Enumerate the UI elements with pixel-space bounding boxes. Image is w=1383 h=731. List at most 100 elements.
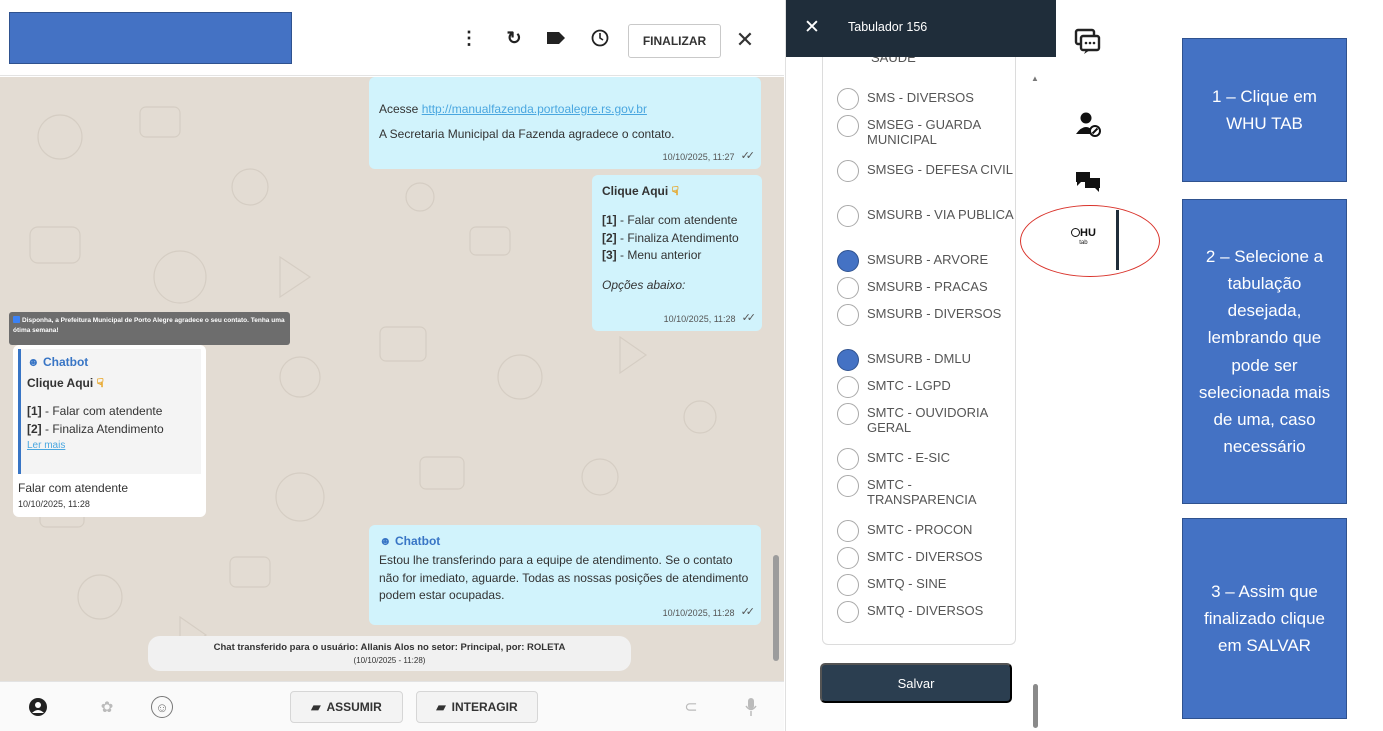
tabulacao-option[interactable]: SMSEG - GUARDA MUNICIPAL <box>837 115 1015 148</box>
chat-bubble-icon: ▰ <box>311 700 321 714</box>
radio-unselected[interactable] <box>837 277 859 299</box>
message-text: A Secretaria Municipal da Fazenda agrade… <box>379 127 675 142</box>
radio-unselected[interactable] <box>837 475 859 497</box>
refresh-icon[interactable]: ↻ <box>503 26 525 50</box>
tabulacao-option-label: SMTC - LGPD <box>867 378 951 393</box>
radio-unselected[interactable] <box>837 547 859 569</box>
radio-selected[interactable] <box>837 250 859 272</box>
tabulacao-option[interactable]: SMTC - E-SIC <box>837 448 1015 470</box>
emoji-icon[interactable]: ☺ <box>151 696 173 718</box>
quoted-message[interactable]: ☻ Chatbot Clique Aqui ☟ [1] - Falar com … <box>18 349 201 474</box>
radio-unselected[interactable] <box>837 574 859 596</box>
scrollbar-thumb[interactable] <box>1033 684 1038 728</box>
tabulacao-option-label: SMSURB - ARVORE <box>867 252 989 267</box>
outgoing-message: Acesse http://manualfazenda.portoalegre.… <box>369 77 761 169</box>
message-timestamp: 10/10/2025, 11:28 ✓✓ <box>663 311 757 327</box>
timestamp-text: 10/10/2025, 11:28 <box>663 313 736 324</box>
tabulacao-option-label: SMSURB - DIVERSOS <box>867 306 1002 321</box>
tabulacao-option-label: SMSURB - VIA PUBLICA <box>867 207 1014 222</box>
tabulacao-option[interactable]: SMSURB - DMLU <box>837 349 1015 371</box>
tabulacao-option[interactable]: SMTC - OUVIDORIA GERAL <box>837 403 1015 436</box>
message-timestamp: 10/10/2025, 11:28 <box>18 499 90 510</box>
manual-fazenda-link[interactable]: http://manualfazenda.portoalegre.rs.gov.… <box>422 102 647 116</box>
radio-unselected[interactable] <box>837 448 859 470</box>
assumir-button[interactable]: ▰ ASSUMIR <box>290 691 403 723</box>
bot-icon: ☻ <box>27 355 40 369</box>
microphone-icon[interactable] <box>740 696 762 718</box>
chat-window-icon[interactable] <box>1072 26 1104 58</box>
tabulacao-option[interactable]: SMTC - LGPD <box>837 376 1015 398</box>
tabulacao-options-list[interactable]: SAUDE SMS - DIVERSOS SMSEG - GUARDA MUNIC… <box>822 57 1016 645</box>
pointing-hand-icon: ☟ <box>671 184 679 198</box>
tabulacao-option[interactable]: SMTC - TRANSPARENCIA <box>837 475 1015 508</box>
read-receipt-icon: ✓✓ <box>740 606 756 619</box>
read-receipt-icon: ✓✓ <box>741 312 757 325</box>
radio-unselected[interactable] <box>837 115 859 137</box>
radio-unselected[interactable] <box>837 205 859 227</box>
interagir-button[interactable]: ▰ INTERAGIR <box>416 691 538 723</box>
radio-unselected[interactable] <box>837 601 859 623</box>
radio-unselected[interactable] <box>837 520 859 542</box>
notice-text: Disponha, a Prefeitura Municipal de Port… <box>13 317 285 334</box>
tabulacao-option[interactable]: SMSURB - DIVERSOS <box>837 304 1015 326</box>
salvar-button[interactable]: Salvar <box>820 663 1012 703</box>
read-receipt-icon: ✓✓ <box>740 150 756 163</box>
tabulacao-option-label: SMTC - DIVERSOS <box>867 549 983 564</box>
menu-title: Clique Aqui ☟ <box>602 184 679 198</box>
bot-icon: ☻ <box>379 534 392 548</box>
tabulador-title: Tabulador 156 <box>848 20 928 34</box>
close-chat-icon[interactable]: ✕ <box>733 26 757 54</box>
closing-notice: Disponha, a Prefeitura Municipal de Port… <box>9 312 290 345</box>
radio-unselected[interactable] <box>837 304 859 326</box>
conversations-icon[interactable] <box>1072 165 1104 197</box>
redacted-contact-box <box>9 12 292 64</box>
chat-footer: ✿ ☺ ▰ ASSUMIR ▰ INTERAGIR ⊂ <box>0 681 784 731</box>
radio-unselected[interactable] <box>837 376 859 398</box>
chat-panel: ⋮ ↻ FINALIZAR ✕ Acesse http://manualfaze… <box>0 0 784 731</box>
message-timestamp: 10/10/2025, 11:27 ✓✓ <box>663 149 756 165</box>
tabulacao-option[interactable]: SMTQ - SINE <box>837 574 1015 596</box>
pointing-hand-icon: ☟ <box>96 376 104 390</box>
menu-option: [1] - Falar com atendente <box>602 213 738 228</box>
scrollbar-thumb[interactable] <box>773 555 779 661</box>
message-text: Estou lhe transferindo para a equipe de … <box>379 553 749 603</box>
tabulacao-option[interactable]: SMTC - PROCON <box>837 520 1015 542</box>
timer-icon[interactable] <box>589 26 611 50</box>
tabulacao-option[interactable]: SMS - DIVERSOS <box>837 88 1015 110</box>
tabulacao-option-label: SMSEG - GUARDA MUNICIPAL <box>867 117 981 147</box>
tabulacao-option-label: SMSEG - DEFESA CIVIL <box>867 162 1013 177</box>
chat-messages-area[interactable]: Acesse http://manualfazenda.portoalegre.… <box>0 77 784 681</box>
user-edit-icon[interactable] <box>1072 108 1104 140</box>
tabulacao-option[interactable]: SMSURB - VIA PUBLICA <box>837 205 1015 227</box>
tabulacao-option[interactable]: SMSURB - PRACAS <box>837 277 1015 299</box>
tabulacao-option[interactable]: SMSURB - ARVORE <box>837 250 1015 272</box>
incoming-message: ☻ Chatbot Clique Aqui ☟ [1] - Falar com … <box>13 345 206 517</box>
label-tag-icon[interactable] <box>545 26 567 50</box>
finalizar-button[interactable]: FINALIZAR <box>628 24 721 58</box>
tabulacao-option[interactable]: SMSEG - DEFESA CIVIL <box>837 160 1015 182</box>
radio-unselected[interactable] <box>837 88 859 110</box>
openai-icon[interactable]: ✿ <box>96 696 118 718</box>
tabulacao-option[interactable]: SMTC - DIVERSOS <box>837 547 1015 569</box>
tabulacao-option-label: SMTC - E-SIC <box>867 450 951 465</box>
quoted-title: Clique Aqui ☟ <box>27 376 104 390</box>
highlight-circle-annotation <box>1020 205 1160 277</box>
attach-icon[interactable]: ⊂ <box>680 696 702 718</box>
ler-mais-link[interactable]: Ler mais <box>27 438 195 453</box>
instruction-step-2: 2 – Selecione a tabulação desejada, lemb… <box>1182 199 1347 504</box>
quoted-sender: ☻ Chatbot <box>27 355 89 369</box>
info-icon <box>13 316 20 323</box>
chat-scrollbar[interactable] <box>772 77 780 681</box>
scroll-up-icon[interactable]: ▲ <box>1031 74 1039 83</box>
reply-text: Falar com atendente <box>18 481 129 495</box>
options-scrollbar[interactable]: ▲ <box>1030 62 1040 728</box>
option-label-partial: SAUDE <box>871 57 916 65</box>
close-tabulador-icon[interactable]: ✕ <box>804 16 820 39</box>
chat-header: ⋮ ↻ FINALIZAR ✕ <box>0 0 784 76</box>
radio-unselected[interactable] <box>837 160 859 182</box>
radio-unselected[interactable] <box>837 403 859 425</box>
tabulacao-option[interactable]: SMTQ - DIVERSOS <box>837 601 1015 623</box>
radio-selected[interactable] <box>837 349 859 371</box>
user-switch-icon[interactable] <box>27 696 49 718</box>
more-options-icon[interactable]: ⋮ <box>458 26 480 50</box>
